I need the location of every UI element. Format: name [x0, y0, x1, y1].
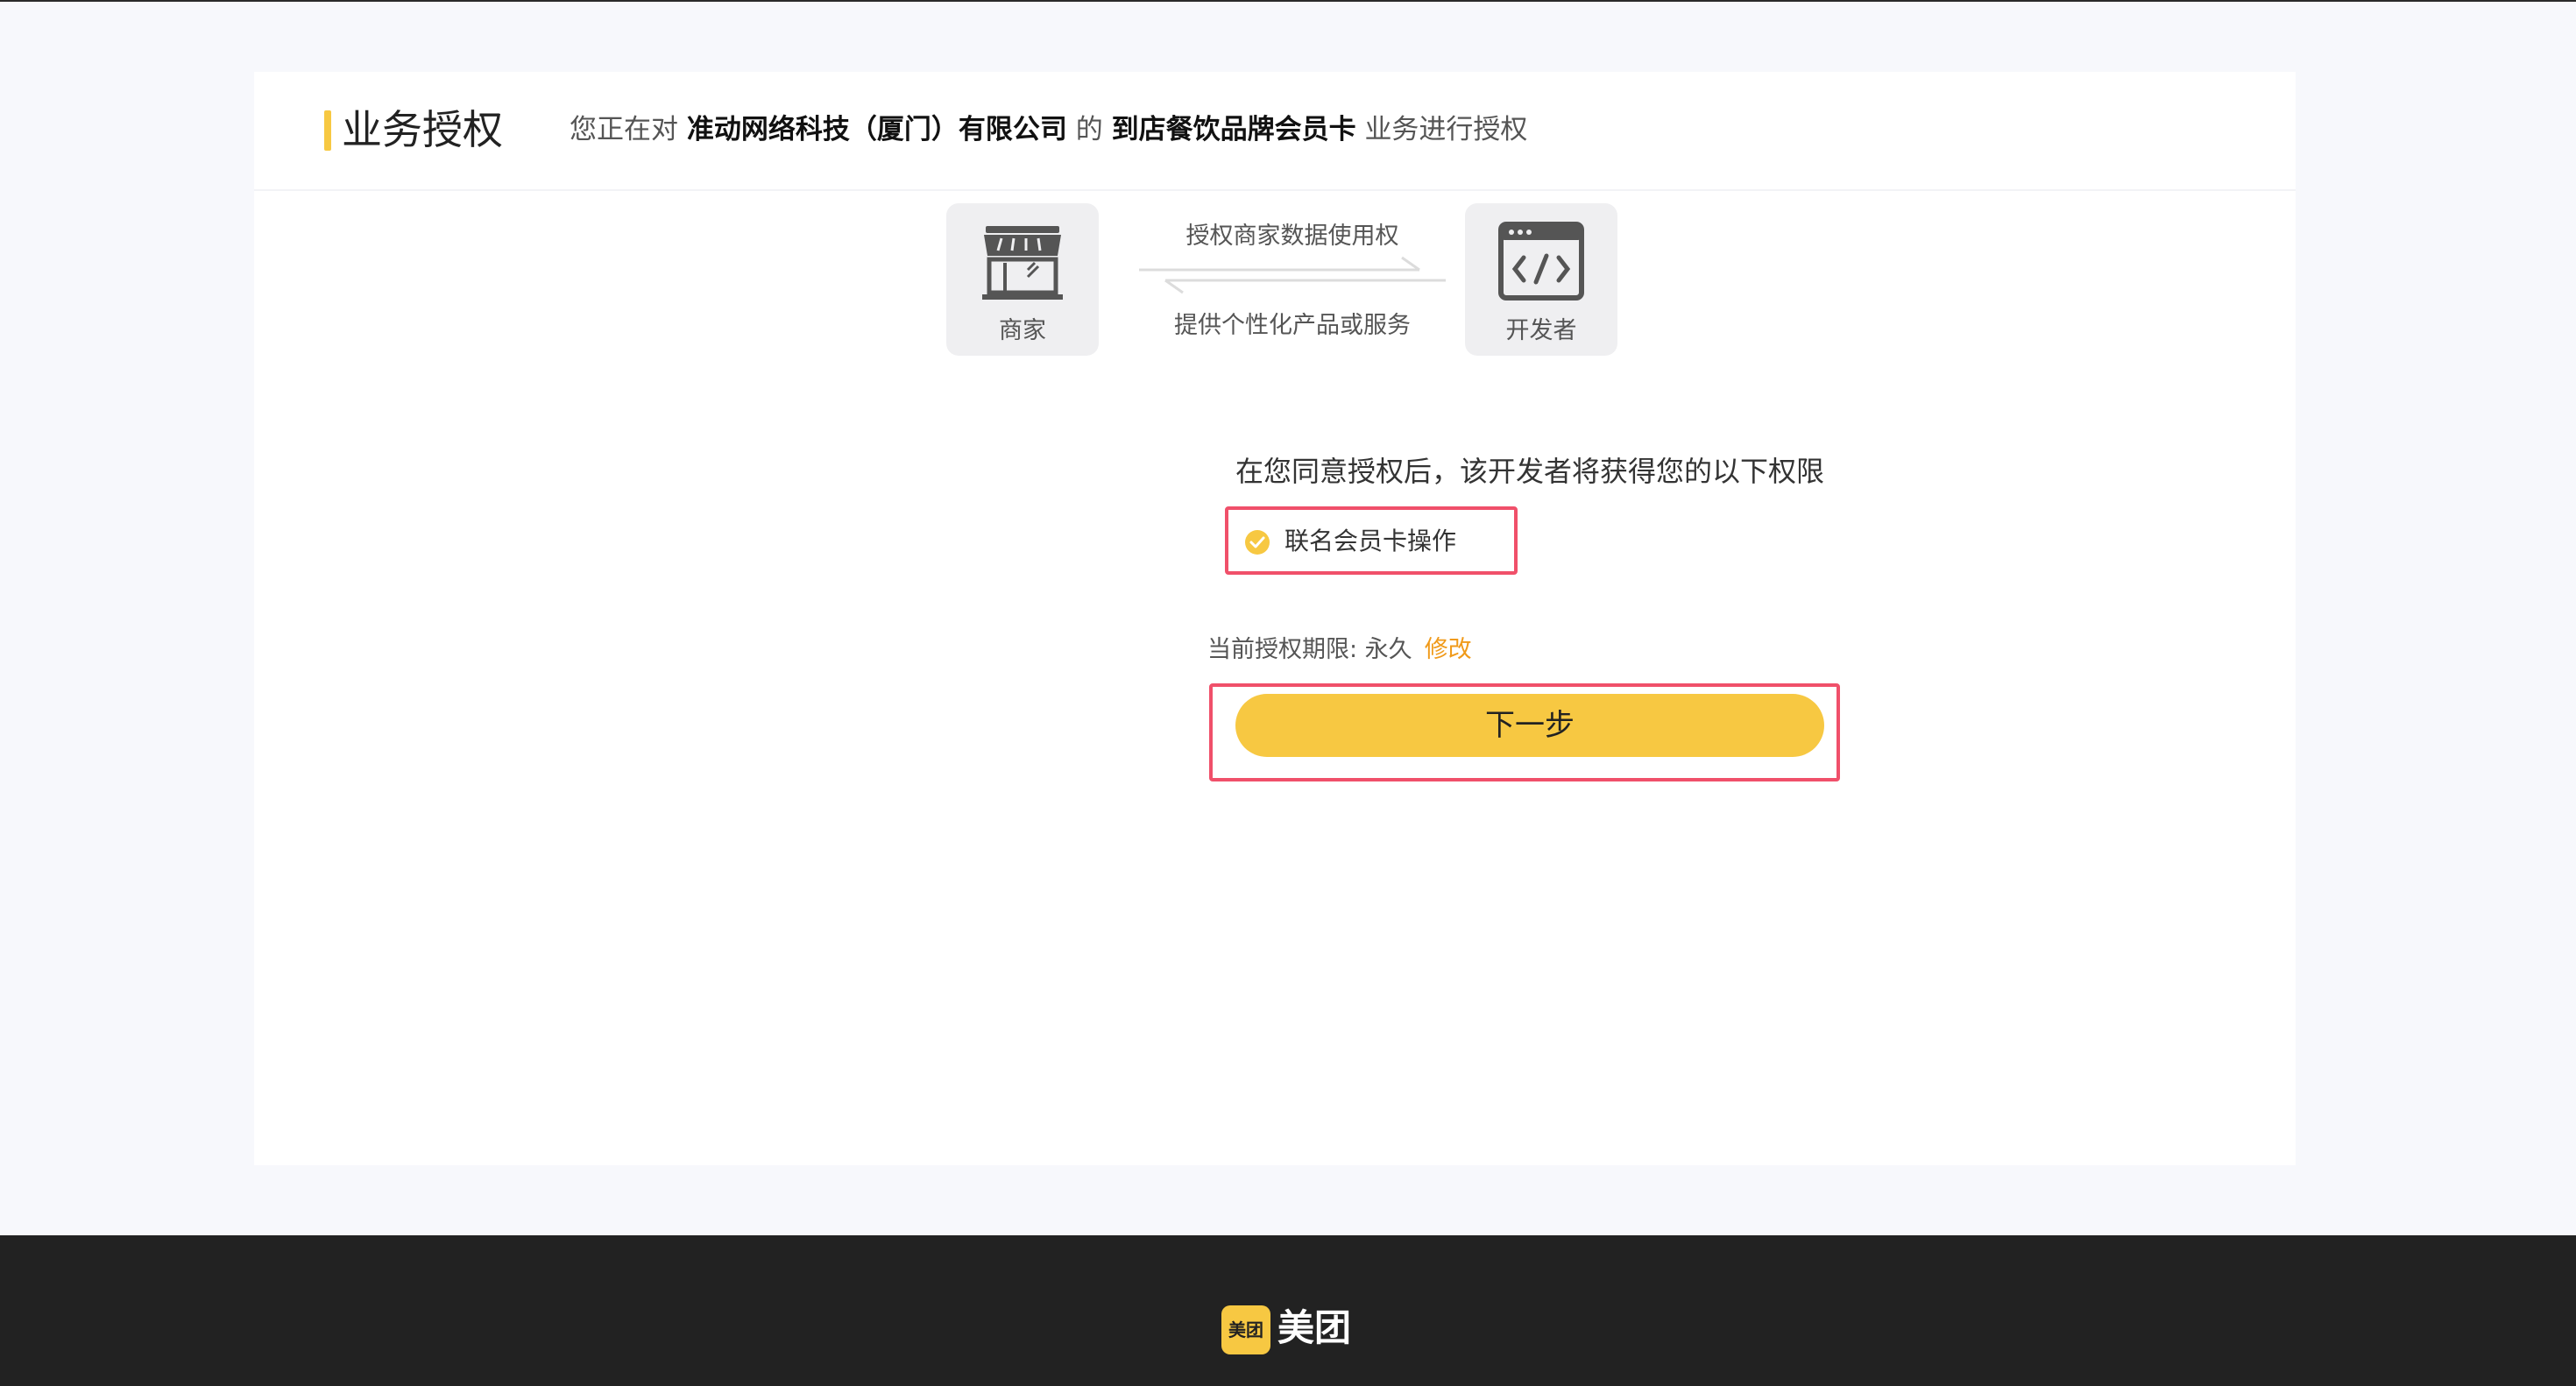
developer-label: 开发者: [1505, 317, 1577, 344]
modify-period-link[interactable]: 修改: [1425, 636, 1472, 663]
merchant-label: 商家: [999, 317, 1046, 344]
description-connector: 的: [1075, 114, 1103, 145]
permission-item[interactable]: 联名会员卡操作: [1225, 506, 1518, 575]
bidirectional-arrows-icon: [1139, 256, 1446, 294]
page-title: 业务授权: [342, 106, 503, 153]
flow-bottom-text: 提供个性化产品或服务: [1174, 312, 1411, 339]
business-name: 到店餐饮品牌会员卡: [1111, 114, 1356, 145]
top-border-line: [0, 0, 2576, 2]
flow-top-text: 授权商家数据使用权: [1185, 223, 1399, 250]
authorization-period: 当前授权期限: 永久 修改: [1207, 634, 1472, 666]
card-header: 业务授权 您正在对 准动网络科技（厦门）有限公司 的 到店餐饮品牌会员卡 业务进…: [254, 72, 2296, 191]
description-prefix: 您正在对: [570, 114, 678, 145]
brand-name: 美团: [1277, 1306, 1352, 1349]
authorization-flow: 授权商家数据使用权 提供个性化产品或服务: [1139, 221, 1446, 431]
authorization-description: 您正在对 准动网络科技（厦门）有限公司 的 到店餐饮品牌会员卡 业务进行授权: [570, 110, 1527, 149]
meituan-logo: 美团: [1221, 1305, 1270, 1354]
authorization-card: 业务授权 您正在对 准动网络科技（厦门）有限公司 的 到店餐饮品牌会员卡 业务进…: [254, 72, 2296, 1165]
description-suffix: 业务进行授权: [1364, 114, 1528, 145]
check-circle-icon: [1245, 530, 1270, 555]
next-step-button[interactable]: 下一步: [1235, 694, 1824, 757]
period-label: 当前授权期限: 永久: [1207, 636, 1412, 663]
title-accent-bar: [324, 110, 331, 151]
developer-box: 开发者: [1465, 203, 1617, 356]
store-icon: [982, 226, 1063, 300]
company-name: 准动网络科技（厦门）有限公司: [686, 114, 1067, 145]
permission-item-label: 联名会员卡操作: [1284, 527, 1457, 555]
permission-intro: 在您同意授权后，该开发者将获得您的以下权限: [1235, 455, 1825, 488]
merchant-box: 商家: [946, 203, 1099, 356]
code-window-icon: [1498, 222, 1584, 301]
